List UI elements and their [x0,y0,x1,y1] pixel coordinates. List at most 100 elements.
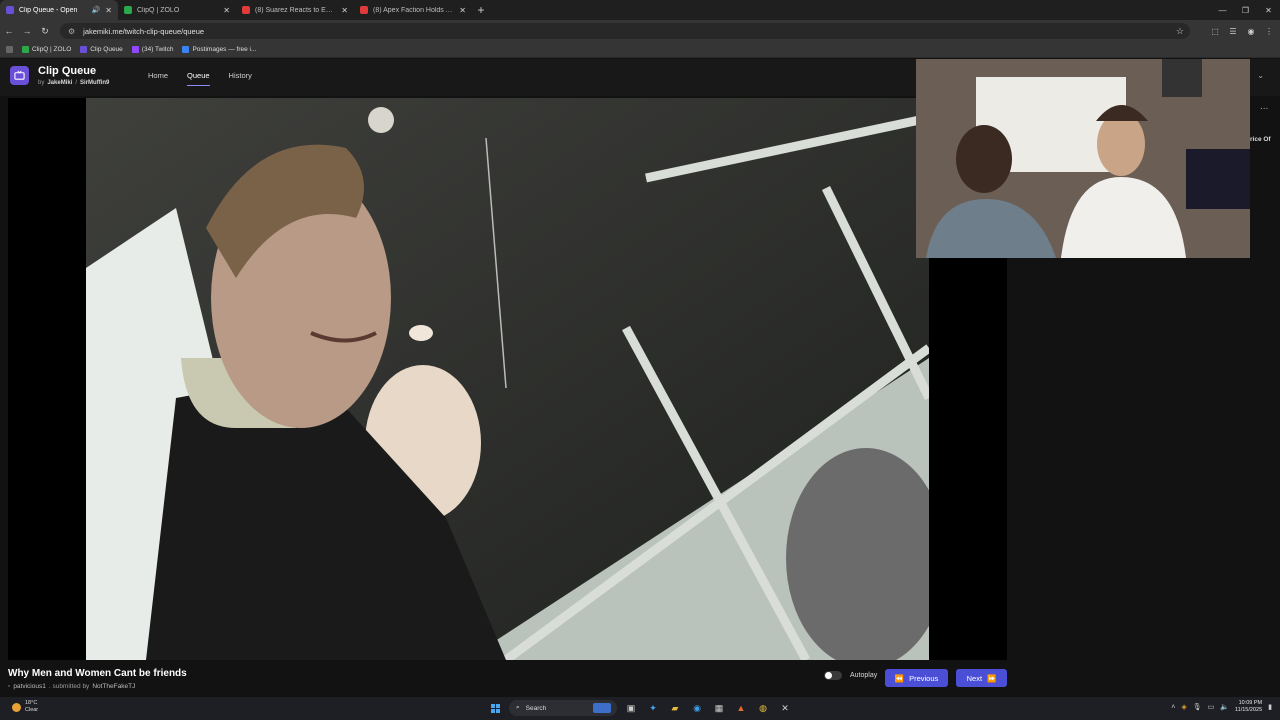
temperature: 18°C [25,700,38,706]
main-nav: Home Queue History [148,71,252,86]
app-icon[interactable]: ▲ [733,699,749,717]
tab-apex-faction[interactable]: (8) Apex Faction Holds A Meeti ✕ [354,0,472,20]
chevron-up-icon[interactable]: ˄ [1171,704,1175,711]
tab-title: (8) Apex Faction Holds A Meeti [373,6,454,14]
autoplay-label: Autoplay [850,672,878,679]
nav-history[interactable]: History [229,71,252,86]
profile-icon[interactable]: ◉ [1244,23,1258,39]
more-menu-icon[interactable]: ⋮ [1262,23,1276,39]
weather-widget[interactable]: 18°C Clear [12,700,38,714]
author-link-jakemiki[interactable]: JakeMiki [47,80,72,86]
video-player[interactable] [8,98,1007,660]
tray-app-icon[interactable]: ◈ [1181,703,1186,711]
clip-submitter: NotTheFakeTJ [92,683,136,690]
close-window-icon[interactable]: ✕ [1257,0,1280,20]
system-tray: ˄ ◈ 🎙 ▭ 🔈 10:09 PM 11/15/2025 ▮ [1171,700,1272,714]
autoplay-control: Autoplay [824,671,877,680]
toolbar-icons: ⬚ ☰ ◉ ⋮ [1208,23,1276,39]
capcut-icon[interactable]: ✕ [777,699,793,717]
nav-home[interactable]: Home [148,71,168,86]
speaker-icon[interactable]: 🔊 [92,6,101,14]
taskbar-search[interactable]: ⌕ Search [509,700,617,716]
next-label: Next [966,673,983,683]
weather-condition: Clear [25,707,39,713]
network-icon[interactable]: ▭ [1208,703,1215,711]
tab-title: ClipQ | ZOLO [137,6,180,14]
byline: by JakeMiki / SirMuffin9 [38,80,109,86]
tab-clip-queue[interactable]: Clip Queue - Open 🔊 ✕ [0,0,118,20]
youtube-favicon-icon [360,6,368,14]
app-title: Clip Queue [38,65,97,77]
clip-title: Why Men and Women Cant be friends [8,668,187,679]
close-tab-icon[interactable]: ✕ [459,6,466,15]
search-highlight-image [593,703,611,713]
bookmark-label: Clip Queue [90,46,123,53]
more-options-icon[interactable]: ... [1260,101,1268,112]
apps-grid-icon[interactable] [6,46,13,53]
windows-logo-icon [490,703,500,713]
copilot-icon[interactable]: ✦ [645,699,661,717]
bookmarks-bar: ClipQ | ZOLO Clip Queue (34) Twitch Post… [0,42,1280,58]
file-explorer-icon[interactable]: ▰ [667,699,683,717]
clip-queue-logo-icon[interactable] [10,66,29,85]
date: 11/15/2025 [1235,707,1263,713]
bookmark-twitch[interactable]: (34) Twitch [131,46,173,53]
bookmark-postimages[interactable]: Postimages — free i... [182,46,256,53]
back-icon[interactable]: ← [0,26,18,36]
tab-title: Clip Queue - Open [19,6,78,14]
clip-queue-favicon-icon [6,6,14,14]
chevron-down-icon[interactable]: ⌄ [1257,71,1264,80]
channel-icon: ▫ [8,683,11,690]
url-bar[interactable]: ⚙ jakemiki.me/twitch-clip-queue/queue ☆ [60,23,1190,39]
previous-button[interactable]: ⏪ Previous [885,669,948,687]
address-toolbar: ← → ↻ ⚙ jakemiki.me/twitch-clip-queue/qu… [0,20,1280,42]
streamer-webcam-overlay [916,59,1250,258]
close-tab-icon[interactable]: ✕ [223,6,230,15]
next-button[interactable]: Next ⏩ [956,669,1007,687]
author-link-sirmuffin9[interactable]: SirMuffin9 [80,80,109,86]
new-tab-button[interactable]: + [472,1,490,19]
store-icon[interactable]: ▦ [711,699,727,717]
bookmark-star-icon[interactable]: ☆ [1176,26,1184,37]
minimize-icon[interactable]: — [1211,0,1234,20]
autoplay-toggle[interactable] [824,671,842,680]
previous-label: Previous [909,673,939,683]
reload-icon[interactable]: ↻ [36,26,54,37]
weather-icon [12,702,21,712]
chrome-icon[interactable]: ◍ [755,699,771,717]
close-tab-icon[interactable]: ✕ [341,6,348,15]
tab-title: (8) Suarez Reacts to Epic 2 Gan [255,6,336,14]
notification-icon[interactable]: ▮ [1268,703,1272,711]
tab-suarez-reacts[interactable]: (8) Suarez Reacts to Epic 2 Gan ✕ [236,0,354,20]
url-text: jakemiki.me/twitch-clip-queue/queue [83,26,205,36]
clock[interactable]: 10:09 PM 11/15/2025 [1235,700,1262,714]
edge-icon[interactable]: ◉ [689,699,705,717]
extension-icon[interactable]: ⬚ [1208,23,1222,39]
time: 10:09 PM [1238,700,1263,706]
bookmark-clipq-zolo[interactable]: ClipQ | ZOLO [22,46,71,53]
rewind-icon: ⏪ [894,673,905,683]
start-button[interactable] [487,699,503,717]
clip-channel[interactable]: patvicious1 [13,683,46,690]
close-tab-icon[interactable]: ✕ [105,6,112,15]
menu-lines-icon[interactable]: ☰ [1226,23,1240,39]
task-view-icon[interactable]: ▣ [623,699,639,717]
volume-icon[interactable]: 🔈 [1220,703,1229,711]
site-info-icon[interactable]: ⚙ [68,27,75,36]
tab-clipq-zolo[interactable]: ClipQ | ZOLO ✕ [118,0,236,20]
clip-video-frame [86,98,929,660]
forward-icon[interactable]: → [18,26,36,36]
by-label: by [38,80,45,86]
search-icon: ⌕ [516,704,520,711]
queue-item-title-fragment[interactable]: rice Of [1250,136,1271,143]
clip-meta: ▫ patvicious1 . submitted by NotTheFakeT… [8,683,135,690]
bookmark-label: Postimages — free i... [192,46,257,53]
play-favicon-icon [124,6,132,14]
bookmark-clip-queue[interactable]: Clip Queue [80,46,123,53]
separator: / [75,80,78,86]
maximize-icon[interactable]: ❐ [1234,0,1257,20]
browser-tab-strip: Clip Queue - Open 🔊 ✕ ClipQ | ZOLO ✕ (8)… [0,0,1280,20]
windows-taskbar: 18°C Clear ⌕ Search ▣ ✦ ▰ ◉ ▦ ▲ ◍ ✕ ˄ ◈ … [0,697,1280,720]
nav-queue[interactable]: Queue [187,71,210,86]
microphone-icon[interactable]: 🎙 [1193,703,1202,711]
